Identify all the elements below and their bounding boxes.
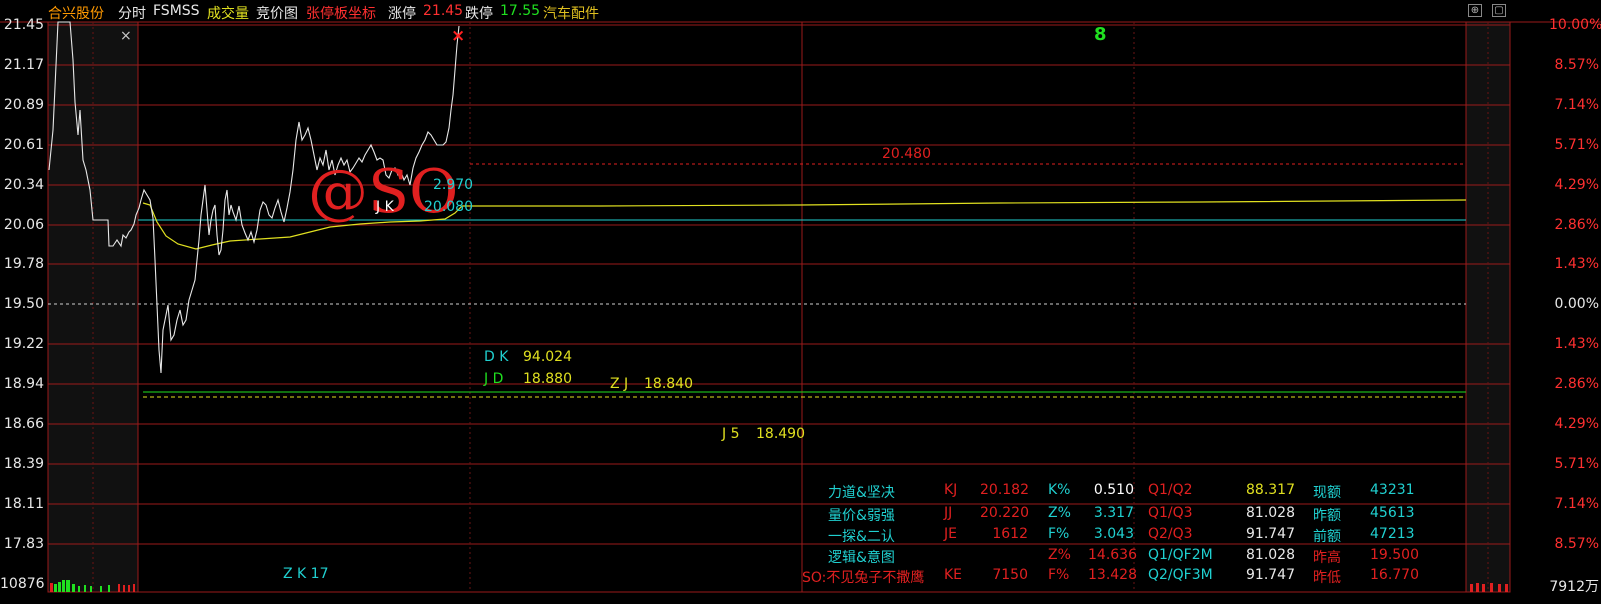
- price-tick-label: 20.61: [3, 137, 44, 153]
- stat-code: JJ: [944, 505, 953, 521]
- stat-v4: 47213: [1370, 526, 1415, 542]
- pct-tick-label: 2.86%: [1554, 217, 1599, 233]
- pct-tick-label: 7.14%: [1554, 97, 1599, 113]
- stat-title: 一探&二认: [828, 529, 895, 545]
- price-tick-label: 19.50: [3, 296, 44, 312]
- stat-val: 7150: [992, 567, 1028, 583]
- stat-v3: 81.028: [1246, 547, 1295, 563]
- close-icon[interactable]: ×: [120, 28, 132, 44]
- price-tick-label: 18.94: [3, 376, 44, 392]
- pct-tick-label: 1.43%: [1554, 336, 1599, 352]
- stat-k4: 昨低: [1313, 570, 1341, 586]
- jd-label: J D: [484, 371, 504, 387]
- stat-title: 逻辑&意图: [828, 550, 895, 566]
- stat-k2: K%: [1048, 482, 1071, 498]
- price-tick-label: 19.22: [3, 336, 44, 352]
- price-tick-label: 20.34: [3, 177, 44, 193]
- stat-v4: 16.770: [1370, 567, 1419, 583]
- stat-k3: Q2/Q3: [1148, 526, 1193, 542]
- price-tick-label: 18.11: [3, 496, 44, 512]
- stat-k3: Q1/Q3: [1148, 505, 1193, 521]
- pct-tick-label: 0.00%: [1554, 296, 1599, 312]
- stat-v2: 0.510: [1093, 482, 1134, 498]
- dk-label: D K: [484, 349, 509, 365]
- stat-k4: 昨高: [1313, 550, 1341, 566]
- price-tick-label: 18.66: [3, 416, 44, 432]
- stat-title: SO:不见兔子不撒鹰: [802, 570, 925, 586]
- stat-k2: Z%: [1048, 505, 1071, 521]
- pct-tick-label: 5.71%: [1554, 137, 1599, 153]
- stat-v4: 43231: [1370, 482, 1415, 498]
- volume-right-value: 7912万: [1549, 579, 1599, 595]
- stat-v3: 91.747: [1246, 567, 1295, 583]
- cyan-level-value: 20.080: [424, 199, 473, 215]
- red-level-value: 20.480: [882, 146, 931, 162]
- stat-v2: 14.636: [1088, 547, 1137, 563]
- pct-tick-label: 7.14%: [1554, 496, 1599, 512]
- stat-code: JE: [944, 526, 957, 542]
- pct-tick-label: 1.43%: [1554, 256, 1599, 272]
- stat-code: KE: [944, 567, 963, 583]
- stat-v3: 91.747: [1246, 526, 1295, 542]
- j5-value: 18.490: [756, 426, 805, 442]
- intraday-chart: [0, 21, 1601, 593]
- limit-up-mark-icon: ×: [451, 26, 466, 46]
- stat-v3: 88.317: [1246, 482, 1295, 498]
- stat-v2: 3.317: [1093, 505, 1134, 521]
- price-tick-label: 21.17: [3, 57, 44, 73]
- stat-title: 量价&弱强: [828, 508, 895, 524]
- signal-8-marker: 8: [1094, 24, 1107, 45]
- stat-k2: F%: [1048, 526, 1070, 542]
- stat-k4: 前额: [1313, 529, 1341, 545]
- stat-v3: 81.028: [1246, 505, 1295, 521]
- stat-k3: Q2/QF3M: [1148, 567, 1213, 583]
- stat-v4: 19.500: [1370, 547, 1419, 563]
- j5-label: J 5: [722, 426, 740, 442]
- pct-tick-label: 4.29%: [1554, 416, 1599, 432]
- price-tick-label: 18.39: [3, 456, 44, 472]
- stat-v2: 13.428: [1088, 567, 1137, 583]
- pct-tick-label: 8.57%: [1554, 57, 1599, 73]
- stat-val: 20.182: [980, 482, 1029, 498]
- volume-left-value: 10876: [0, 576, 45, 592]
- price-gridlines: [48, 24, 1510, 545]
- price-tick-label: 20.06: [3, 217, 44, 233]
- stat-code: KJ: [944, 482, 958, 498]
- zj-value: 18.840: [644, 376, 693, 392]
- pct-tick-label: 2.86%: [1554, 376, 1599, 392]
- stat-title: 力道&坚决: [828, 485, 895, 501]
- stat-k2: Z%: [1048, 547, 1071, 563]
- jk-label: J K: [376, 199, 394, 215]
- stat-k2: F%: [1048, 567, 1070, 583]
- stat-v2: 3.043: [1093, 526, 1134, 542]
- zj-label: Z J: [610, 376, 629, 392]
- stat-k3: Q1/QF2M: [1148, 547, 1213, 563]
- dk-value: 94.024: [523, 349, 572, 365]
- jd-value: 18.880: [523, 371, 572, 387]
- price-tick-label: 19.78: [3, 256, 44, 272]
- stat-v4: 45613: [1370, 505, 1415, 521]
- stat-k3: Q1/Q2: [1148, 482, 1193, 498]
- stat-k4: 昨额: [1313, 508, 1341, 524]
- price-tick-label: 17.83: [3, 536, 44, 552]
- stat-val: 20.220: [980, 505, 1029, 521]
- pct-tick-label: 8.57%: [1554, 536, 1599, 552]
- ratio-value: 2.970: [433, 177, 474, 193]
- pct-tick-label: 5.71%: [1554, 456, 1599, 472]
- pct-tick-label: 10.00%: [1549, 17, 1601, 33]
- pct-tick-label: 4.29%: [1554, 177, 1599, 193]
- price-tick-label: 20.89: [3, 97, 44, 113]
- zk-label: Z K 17: [283, 566, 329, 582]
- price-tick-label: 21.45: [3, 17, 44, 33]
- stat-k4: 现额: [1313, 485, 1341, 501]
- stat-val: 1612: [992, 526, 1028, 542]
